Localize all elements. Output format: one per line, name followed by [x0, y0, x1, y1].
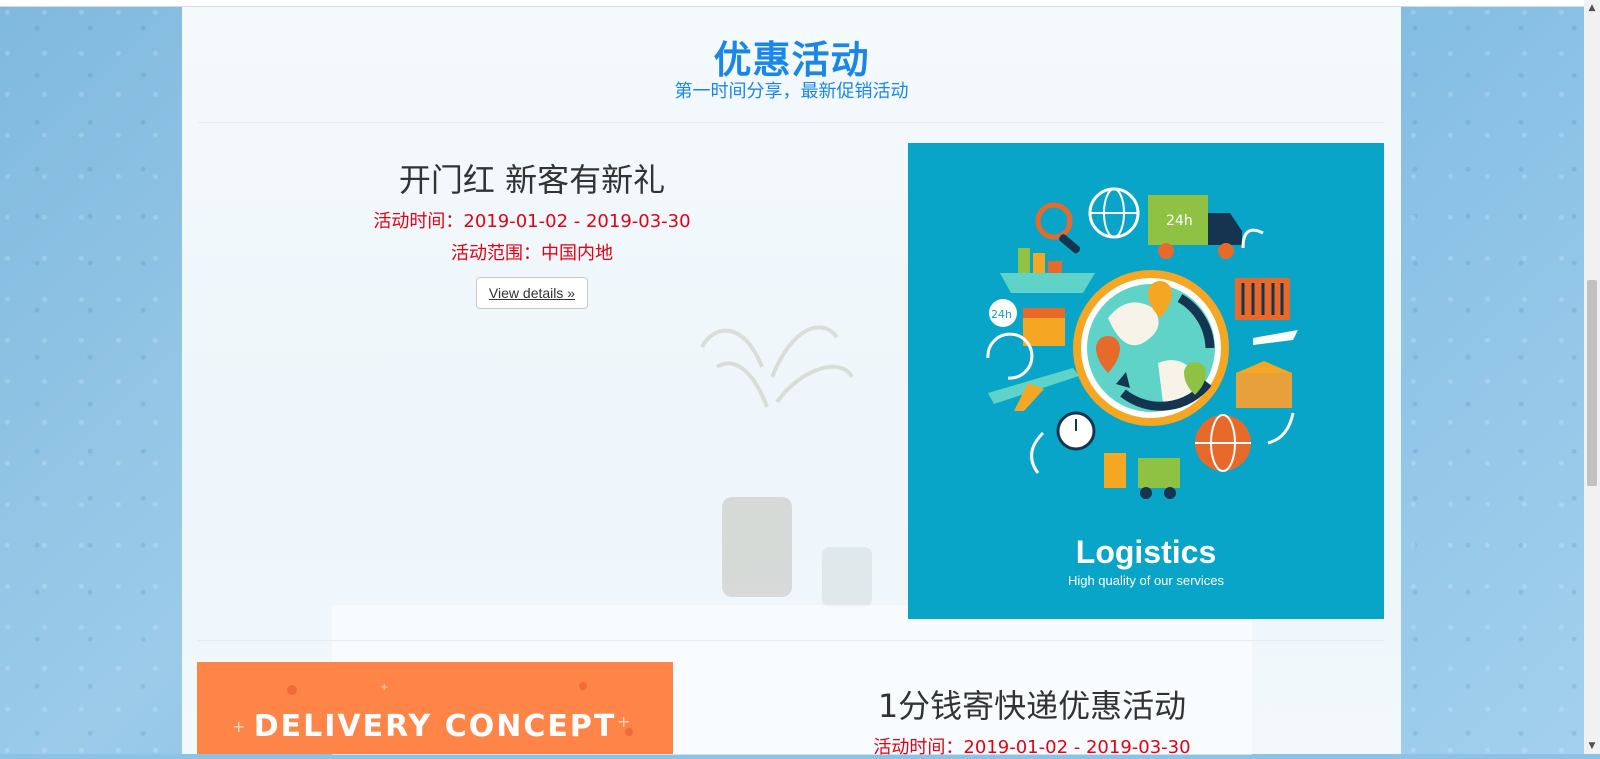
browser-top-edge [0, 0, 1584, 7]
content-container: 优惠活动 第一时间分享，最新促销活动 开门红 新客有新礼 活动时间：2019-0… [182, 7, 1401, 758]
logistics-image-caption: High quality of our services [1068, 573, 1225, 588]
logistics-promo-image[interactable]: 24h 24h Logistics High quality of our se… [908, 143, 1384, 619]
svg-text:+: + [380, 682, 388, 693]
delivery-promo-image[interactable]: + + + DELIVERY CONCEPT [197, 662, 673, 754]
badge-24h: 24h [991, 308, 1012, 321]
promo-time: 活动时间：2019-01-02 - 2019-03-30 [373, 211, 691, 232]
truck-24h-label: 24h [1166, 213, 1193, 229]
promo-item-2: 1分钱寄快递优惠活动 活动时间：2019-01-02 - 2019-03-30 [802, 681, 1262, 759]
promo-scope: 活动范围：中国内地 [451, 243, 613, 264]
scrollbar-thumb[interactable] [1587, 280, 1597, 486]
promo-time: 活动时间：2019-01-02 - 2019-03-30 [873, 737, 1191, 758]
svg-text:+: + [232, 717, 245, 736]
page-title: 优惠活动 [713, 38, 870, 82]
divider [198, 640, 1385, 641]
divider [198, 122, 1385, 123]
svg-text:+: + [617, 712, 630, 731]
promo-title: 开门红 新客有新礼 [398, 161, 666, 199]
scroll-up-icon[interactable]: ▲ [1584, 0, 1600, 16]
vase-background-decoration [700, 325, 872, 607]
promo-title: 1分钱寄快递优惠活动 [877, 687, 1187, 725]
delivery-image-title: DELIVERY CONCEPT [254, 709, 617, 744]
page-subtitle: 第一时间分享，最新促销活动 [674, 81, 909, 102]
logistics-image-title: Logistics [1076, 534, 1216, 570]
scroll-down-icon[interactable]: ▼ [1584, 738, 1600, 754]
delivery-illustration: + + + DELIVERY CONCEPT [232, 682, 633, 744]
vertical-scrollbar[interactable]: ▲ ▼ [1584, 0, 1600, 754]
logistics-illustration: 24h 24h Logistics High quality of our se… [986, 187, 1298, 588]
view-details-button[interactable]: View details » [475, 277, 589, 309]
promo-item-1: 开门红 新客有新礼 活动时间：2019-01-02 - 2019-03-30 活… [302, 155, 762, 309]
